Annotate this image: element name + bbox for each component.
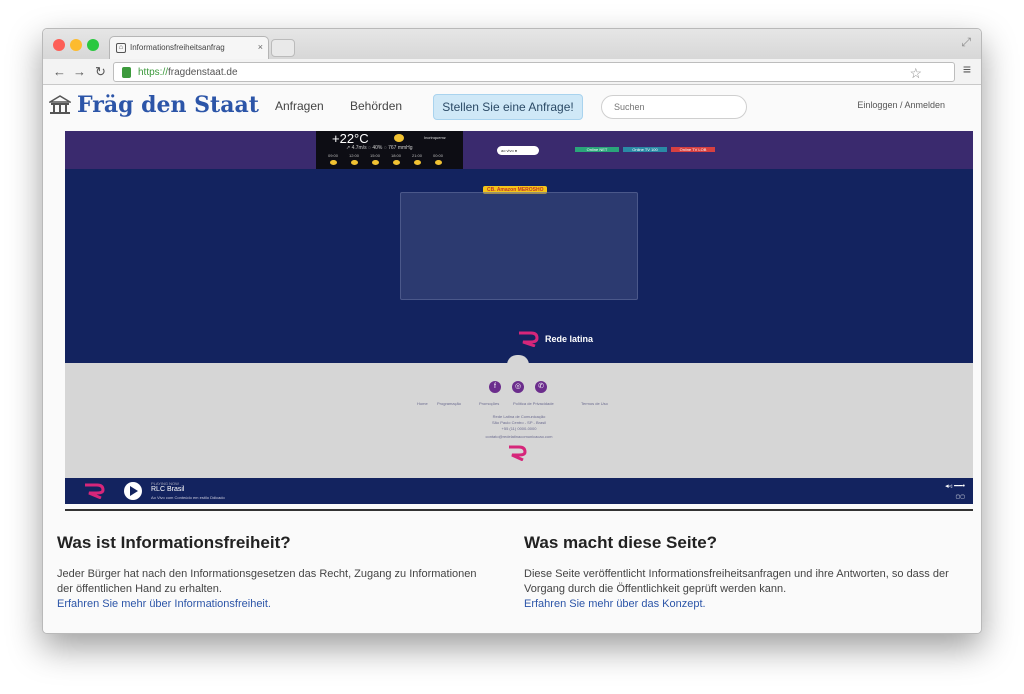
logo-text: Fräg den Staat [77, 92, 259, 118]
menu-icon[interactable]: ≡ [963, 61, 971, 77]
footer-line: São Paulo Centro - SP - Brasil [492, 420, 546, 425]
info-right-text: Diese Seite veröffentlicht Informationsf… [524, 568, 949, 595]
info-diese-seite: Was macht diese Seite? Diese Seite veröf… [524, 533, 954, 612]
facebook-icon[interactable]: f [489, 381, 501, 393]
nav-anfragen[interactable]: Anfragen [275, 99, 324, 113]
footer-line: Rede Latina de Comunicação [492, 414, 546, 419]
forward-arrow-icon[interactable]: → [73, 64, 86, 80]
info-right-link[interactable]: Erfahren Sie mehr über das Konzept. [524, 597, 954, 612]
now-playing-logo-icon [85, 483, 105, 499]
forecast-hour: 18:00 [390, 153, 401, 158]
login-link[interactable]: Einloggen / Anmelden [857, 100, 945, 110]
weather-meta: ↗ 4.7m/s ◌ 40% ◌ 767 mmHg [346, 145, 413, 151]
minimize-window-button[interactable] [70, 39, 82, 51]
address-bar[interactable]: https://fragdenstaat.de ☆ [113, 62, 955, 82]
forecast-hour: 09:00 [327, 153, 338, 158]
url-host: fragdenstaat.de [168, 67, 238, 78]
sun-cloud-icon [394, 134, 404, 142]
tab-close-icon[interactable]: × [258, 42, 263, 52]
instagram-icon[interactable]: ◎ [512, 381, 524, 393]
now-playing-title: RLC Brasil [151, 486, 185, 493]
browser-toolbar: ← → ↻ https://fragdenstaat.de ☆ ≡ [43, 59, 981, 85]
footer-link-privacidade[interactable]: Política de Privacidade [513, 401, 554, 406]
forecast-hour: 12:00 [348, 153, 359, 158]
forecast-cloud-icon [414, 160, 421, 165]
close-window-button[interactable] [53, 39, 65, 51]
live-radio-pill[interactable]: ao vivo ● [497, 146, 539, 155]
lock-icon [122, 67, 131, 78]
building-icon [49, 95, 71, 114]
forecast-cloud-icon [393, 160, 400, 165]
forecast-cloud-icon [330, 160, 337, 165]
search-input[interactable] [601, 95, 747, 119]
footer-email[interactable]: contato@redelatinacomunicacao.com [65, 434, 973, 439]
new-request-button[interactable]: Stellen Sie eine Anfrage! [433, 94, 583, 120]
status-pill-lob[interactable]: Online TV LOB [671, 147, 715, 152]
page-viewport: Fräg den Staat Anfragen Behörden Stellen… [43, 86, 981, 633]
zoom-window-button[interactable] [87, 39, 99, 51]
favicon-icon: ⌂ [116, 43, 126, 53]
nav-behoerden[interactable]: Behörden [350, 99, 402, 113]
weather-temp: +22°C [332, 131, 369, 146]
site-logo[interactable]: Fräg den Staat [49, 90, 259, 120]
radio-footer: f ◎ ✆ Home Programação Promoções Polític… [65, 363, 973, 478]
brand-name: Rede latina [545, 334, 594, 344]
whatsapp-icon[interactable]: ✆ [535, 381, 547, 393]
now-playing-bar: PLAYING NOW RLC Brasil Ao Vivo com Conte… [65, 478, 973, 504]
info-left-link[interactable]: Erfahren Sie mehr über Informationsfreih… [57, 597, 487, 612]
footer-link-termos[interactable]: Termos de Uso [581, 401, 608, 406]
info-left-text: Jeder Bürger hat nach den Informationsge… [57, 568, 477, 595]
status-pill-tv[interactable]: Online TV 100 [623, 147, 667, 152]
forecast-hour: 21:00 [411, 153, 422, 158]
now-playing-subtitle: Ao Vivo com Conteúdo em estilo Ddicado [151, 495, 225, 500]
new-tab-button[interactable] [271, 39, 295, 57]
footer-link-programacao[interactable]: Programação [437, 401, 461, 406]
play-button[interactable] [124, 482, 142, 500]
info-informationsfreiheit: Was ist Informationsfreiheit? Jeder Bürg… [57, 533, 487, 612]
url-scheme: https:// [138, 67, 169, 78]
reload-icon[interactable]: ↻ [95, 64, 106, 80]
forecast-cloud-icon [372, 160, 379, 165]
play-icon [130, 486, 138, 496]
volume-slider[interactable]: ◂◃ ━━• [945, 482, 965, 490]
forecast-cloud-icon [435, 160, 442, 165]
radio-top-bar: ao vivo ● Online NET Online TV 100 Onlin… [65, 131, 973, 169]
tab-bar: ⌂ Informationsfreiheitsanfrag × ⤢ [43, 29, 981, 59]
live-radio-label: ao vivo [501, 148, 514, 153]
footer-link-home[interactable]: Home [417, 401, 428, 406]
info-left-title: Was ist Informationsfreiheit? [57, 533, 291, 552]
radio-brand-logo: Rede latina [517, 331, 593, 347]
info-right-title: Was macht diese Seite? [524, 533, 718, 552]
bookmark-star-icon[interactable]: ☆ [909, 65, 922, 82]
browser-tab[interactable]: ⌂ Informationsfreiheitsanfrag × [109, 36, 269, 59]
rede-latina-logo-icon [519, 331, 539, 347]
footer-logo-icon [509, 445, 527, 461]
fullscreen-icon[interactable]: ⤢ [961, 35, 971, 50]
tab-title: Informationsfreiheitsanfrag [130, 43, 225, 52]
footer-link-promocoes[interactable]: Promoções [479, 401, 499, 406]
forecast-hour: 00:00 [432, 153, 443, 158]
weather-location: Incrinquemz [424, 135, 446, 140]
status-pill-net[interactable]: Online NET [575, 147, 619, 152]
captions-icon[interactable]: ▢▢ [956, 494, 965, 500]
embedded-radio-site: ao vivo ● Online NET Online TV 100 Onlin… [65, 131, 973, 507]
site-header: Fräg den Staat Anfragen Behörden Stellen… [43, 86, 981, 128]
video-player[interactable] [400, 192, 638, 300]
footer-line: +55 (11) 0000-0000 [501, 426, 537, 431]
section-divider [65, 509, 973, 511]
forecast-hour: 15:00 [369, 153, 380, 158]
back-arrow-icon[interactable]: ← [53, 64, 66, 80]
browser-window: ⌂ Informationsfreiheitsanfrag × ⤢ ← → ↻ … [42, 28, 982, 634]
forecast-cloud-icon [351, 160, 358, 165]
